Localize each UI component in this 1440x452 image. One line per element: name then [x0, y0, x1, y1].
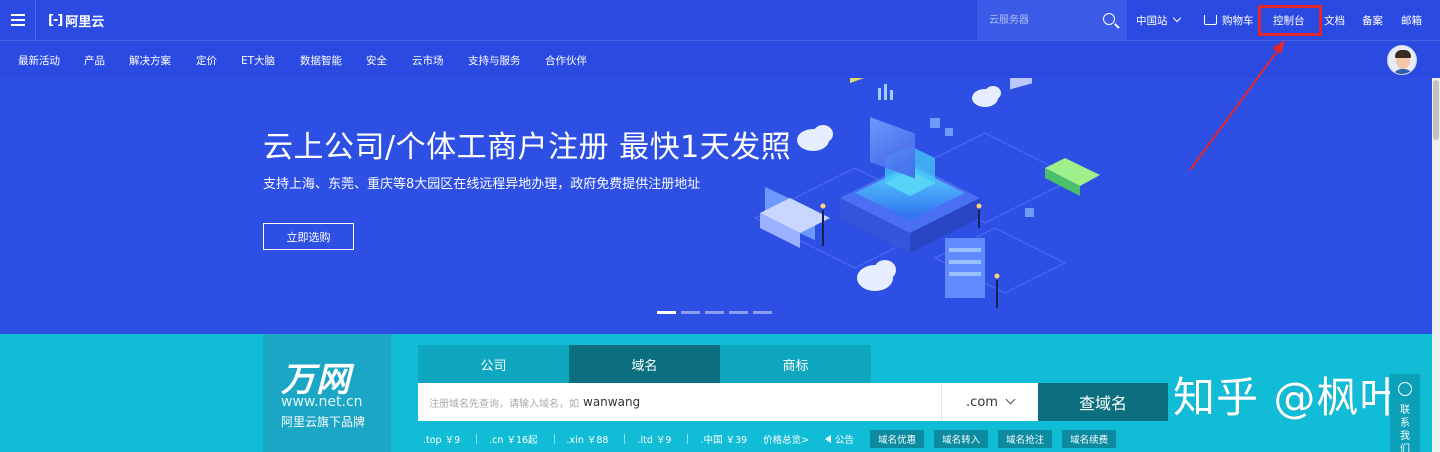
top-bar: [-] 阿里云 中国站 购物车 控制台 文档 备案 邮箱 — [0, 0, 1440, 40]
service-tabs: 公司 域名 商标 — [418, 345, 871, 383]
tag-domain-discount[interactable]: 域名优惠 — [870, 430, 925, 448]
domain-search-bar: 注册域名先查询，请输入域名，如 wanwang .com 查域名 — [418, 383, 1168, 421]
tag-domain-snapback[interactable]: 域名抢注 — [998, 430, 1053, 448]
record-link[interactable]: 备案 — [1362, 13, 1383, 28]
nav-item-support[interactable]: 支持与服务 — [468, 53, 521, 68]
search-icon[interactable] — [1103, 13, 1115, 25]
mail-link[interactable]: 邮箱 — [1401, 13, 1422, 28]
chevron-down-icon — [1005, 394, 1016, 404]
domain-search-placeholder: 注册域名先查询，请输入域名，如 — [429, 398, 579, 410]
divider — [476, 434, 478, 444]
price-top[interactable]: .top ￥9 — [423, 432, 460, 446]
domain-price-list: .top ￥9 .cn ￥16起 .xin ￥88 .ltd ￥9 .中国 ￥3… — [423, 430, 1126, 448]
price-xin[interactable]: .xin ￥88 — [567, 432, 609, 446]
price-ltd[interactable]: .ltd ￥9 — [637, 432, 671, 446]
speaker-icon — [825, 435, 832, 443]
divider — [687, 434, 689, 444]
hero-banner[interactable]: 云上公司/个体工商户注册 最快1天发照 支持上海、东莞、重庆等8大园区在线远程异… — [0, 78, 1440, 334]
nav-item-marketplace[interactable]: 云市场 — [412, 53, 444, 68]
tab-domain[interactable]: 域名 — [569, 345, 720, 383]
docs-link[interactable]: 文档 — [1324, 13, 1345, 28]
wanwang-brand[interactable]: 万网 www.net.cn 阿里云旗下品牌 — [263, 334, 391, 452]
carousel-dot[interactable] — [681, 311, 700, 314]
hero-title: 云上公司/个体工商户注册 最快1天发照 — [263, 130, 792, 165]
carousel-dot[interactable] — [705, 311, 724, 314]
carousel-dot[interactable] — [657, 311, 676, 314]
notice-label: 公告 — [835, 435, 855, 446]
search-domain-button[interactable]: 查域名 — [1038, 383, 1168, 421]
contact-us-button[interactable]: 联系我们 — [1390, 374, 1420, 452]
price-cn[interactable]: .cn ￥16起 — [489, 432, 537, 446]
hero-subtitle: 支持上海、东莞、重庆等8大园区在线远程异地办理，政府免费提供注册地址 — [263, 177, 701, 192]
nav-item-et-brain[interactable]: ET大脑 — [241, 53, 275, 68]
nav-item-security[interactable]: 安全 — [366, 53, 387, 68]
notice-link[interactable]: 公告 — [825, 432, 854, 446]
buy-now-button[interactable]: 立即选购 — [263, 223, 354, 250]
carousel-dot[interactable] — [753, 311, 772, 314]
wanwang-url: www.net.cn — [281, 394, 363, 410]
isometric-cloud-illustration — [754, 78, 1100, 308]
nav-item-latest[interactable]: 最新活动 — [18, 53, 60, 68]
carousel-dot[interactable] — [729, 311, 748, 314]
price-zhongguo[interactable]: .中国 ￥39 — [700, 432, 747, 446]
carousel-indicators — [657, 311, 772, 314]
aliyun-logo-text: 阿里云 — [65, 15, 105, 30]
avatar-body — [1392, 69, 1414, 74]
divider — [553, 434, 555, 444]
aliyun-logo-mark: [-] — [48, 13, 63, 28]
cart-label: 购物车 — [1222, 15, 1254, 27]
contact-us-label: 联系我们 — [1400, 405, 1410, 452]
cart-link[interactable]: 购物车 — [1204, 13, 1254, 28]
tag-domain-renew[interactable]: 域名续费 — [1062, 430, 1117, 448]
nav-item-partners[interactable]: 合作伙伴 — [545, 53, 587, 68]
region-selector[interactable]: 中国站 — [1136, 13, 1181, 28]
price-overview-link[interactable]: 价格总览> — [763, 432, 809, 446]
domain-search-value: wanwang — [583, 395, 641, 409]
page-scrollbar-thumb[interactable] — [1433, 80, 1439, 140]
cart-icon — [1204, 15, 1217, 25]
aliyun-logo[interactable]: [-] 阿里云 — [48, 11, 104, 30]
global-search — [977, 0, 1127, 40]
nav-item-pricing[interactable]: 定价 — [196, 53, 217, 68]
chevron-down-icon — [1172, 13, 1181, 23]
main-nav: 最新活动 产品 解决方案 定价 ET大脑 数据智能 安全 云市场 支持与服务 合… — [0, 40, 1440, 78]
headset-icon — [1398, 382, 1412, 396]
zhihu-watermark: 知乎 @枫叶 — [1173, 373, 1403, 422]
wanwang-subtitle: 阿里云旗下品牌 — [281, 415, 366, 429]
tab-trademark[interactable]: 商标 — [720, 345, 871, 383]
nav-item-solutions[interactable]: 解决方案 — [129, 53, 171, 68]
nav-item-data-intelligence[interactable]: 数据智能 — [300, 53, 342, 68]
domain-suffix-select[interactable]: .com — [941, 383, 1038, 421]
divider — [624, 434, 626, 444]
console-highlight-box — [1258, 5, 1322, 36]
tab-company[interactable]: 公司 — [418, 345, 569, 383]
hamburger-menu-icon[interactable] — [0, 0, 36, 40]
user-avatar[interactable] — [1387, 45, 1417, 75]
avatar-hair — [1395, 50, 1411, 58]
domain-search-section: 万网 www.net.cn 阿里云旗下品牌 公司 域名 商标 注册域名先查询，请… — [0, 334, 1432, 452]
global-search-input[interactable] — [977, 0, 1097, 40]
domain-suffix-value: .com — [966, 394, 998, 410]
nav-item-products[interactable]: 产品 — [84, 53, 105, 68]
region-label: 中国站 — [1136, 15, 1168, 27]
tag-domain-transfer[interactable]: 域名转入 — [934, 430, 989, 448]
domain-search-input[interactable]: 注册域名先查询，请输入域名，如 wanwang — [418, 383, 941, 421]
